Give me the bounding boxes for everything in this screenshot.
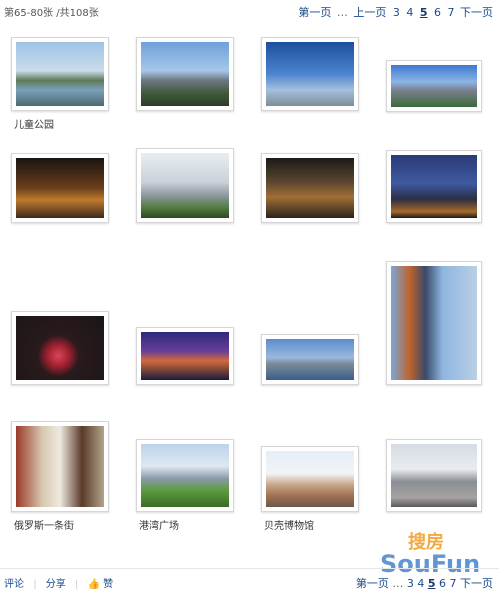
page-link-5-current[interactable]: 5 [420,6,428,19]
photo-thumb-2[interactable] [136,37,234,111]
page-link-6[interactable]: 6 [439,577,446,590]
top-bar: 第65-80张 /共108张 第一页 … 上一页 3 4 5 6 7 下一页 [0,0,499,24]
photo-thumb-3[interactable] [261,37,359,111]
photo-skyline-image [141,42,229,106]
first-page-link[interactable]: 第一页 [298,6,331,19]
photo-plaza-towers-image [391,444,477,507]
photo-shell-museum-image [266,451,354,507]
page-link-7[interactable]: 7 [450,577,457,590]
page-link-6[interactable]: 6 [434,6,441,19]
photo-harbor-square-image [141,444,229,507]
photo-night-street-image [16,158,104,218]
comment-link[interactable]: 评论 [4,579,24,590]
bottom-pager: 第一页 … 3 4 5 6 7 下一页 [356,575,493,591]
photo-red-globe-image [16,316,104,380]
top-pager: 第一页 … 上一页 3 4 5 6 7 下一页 [296,4,493,20]
page-link-4[interactable]: 4 [417,577,424,590]
photo-thumb-11[interactable] [261,334,359,385]
photo-overpass-night-image [266,158,354,218]
photo-towers-image [141,153,229,218]
prev-page-link[interactable]: 上一页 [353,6,386,19]
photo-park-image [16,42,104,106]
action-divider: | [74,579,79,590]
page-link-3[interactable]: 3 [393,6,400,19]
photo-thumb-6[interactable] [136,148,234,223]
photo-caption-13[interactable]: 俄罗斯一条街 [14,517,74,532]
photo-bay-image [266,42,354,106]
photo-thumb-5[interactable] [11,153,109,223]
first-page-link[interactable]: 第一页 [356,577,389,590]
photo-thumb-10[interactable] [136,327,234,385]
photo-thumb-15[interactable] [261,446,359,512]
page-link-4[interactable]: 4 [406,6,413,19]
like-link[interactable]: 赞 [103,579,113,590]
page-link-7[interactable]: 7 [448,6,455,19]
photo-thumb-1[interactable] [11,37,109,111]
photo-tall-tower-image [391,266,477,380]
page-link-3[interactable]: 3 [407,577,414,590]
action-divider: | [33,579,37,590]
action-links: 评论 | 分享 | 👍 赞 [4,575,113,590]
photo-thumb-4[interactable] [386,60,482,112]
photo-thumb-16[interactable] [386,439,482,512]
photo-count: 第65-80张 /共108张 [4,8,99,19]
share-link[interactable]: 分享 [46,579,66,590]
photo-caption-15[interactable]: 贝壳博物馆 [264,517,314,532]
pager-ellipsis: … [336,6,348,19]
photo-thumb-7[interactable] [261,153,359,223]
next-page-link[interactable]: 下一页 [460,577,493,590]
photo-city-image [391,65,477,107]
photo-caption-1[interactable]: 儿童公园 [14,116,54,131]
photo-caption-14[interactable]: 港湾广场 [139,517,179,532]
next-page-link[interactable]: 下一页 [460,6,493,19]
photo-waterfront-skyline-image [266,339,354,380]
photo-thumb-13[interactable] [11,421,109,512]
photo-dusk-towers-image [391,155,477,218]
photo-thumb-9[interactable] [11,311,109,385]
bottom-bar: 评论 | 分享 | 👍 赞 第一页 … 3 4 5 6 7 下一页 [0,568,499,601]
photo-harbor-night-image [141,332,229,380]
thumbs-up-icon[interactable]: 👍 [88,579,100,590]
photo-russian-street-image [16,426,104,507]
photo-thumb-14[interactable] [136,439,234,512]
page-link-5-current[interactable]: 5 [428,577,436,590]
photo-thumb-12[interactable] [386,261,482,385]
photo-thumb-8[interactable] [386,150,482,223]
pager-ellipsis: … [392,577,404,590]
